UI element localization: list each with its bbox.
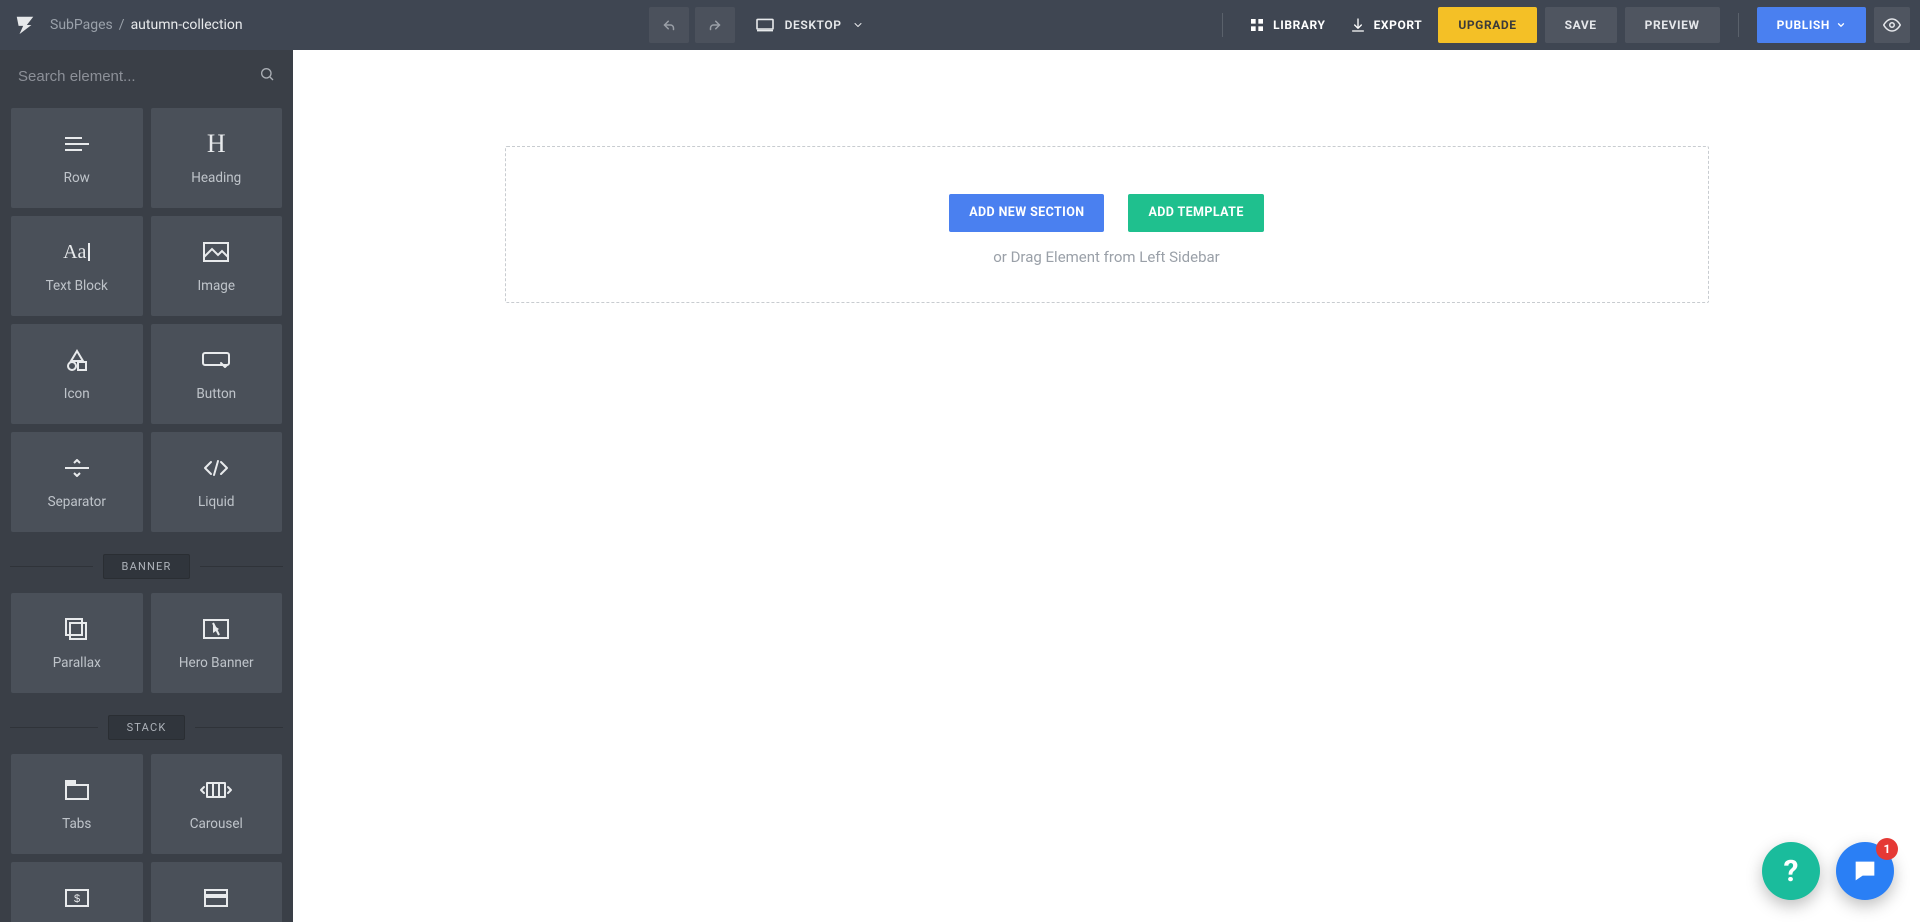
dropzone-hint: or Drag Element from Left Sidebar <box>993 248 1220 266</box>
element-accordion[interactable]: Accordion <box>151 862 283 922</box>
breadcrumb-parent[interactable]: SubPages <box>50 17 113 33</box>
search-icon[interactable] <box>259 66 275 86</box>
button-icon <box>201 346 231 374</box>
section-header-banner: BANNER <box>0 554 293 579</box>
help-bubble[interactable]: ? <box>1762 842 1820 900</box>
search-row <box>0 50 293 102</box>
empty-dropzone[interactable]: ADD NEW SECTION ADD TEMPLATE or Drag Ele… <box>505 146 1709 303</box>
tile-label: Separator <box>48 494 106 510</box>
export-label: EXPORT <box>1374 18 1423 32</box>
element-tabs[interactable]: Tabs <box>11 754 143 854</box>
view-live-button[interactable] <box>1874 7 1910 43</box>
undo-icon <box>660 16 678 34</box>
heading-icon: H <box>207 130 226 158</box>
topbar-left: SubPages / autumn-collection <box>0 14 300 36</box>
element-pricing[interactable]: $ Pricing <box>11 862 143 922</box>
canvas-area: ADD NEW SECTION ADD TEMPLATE or Drag Ele… <box>293 50 1920 922</box>
breadcrumb: SubPages / autumn-collection <box>50 17 243 33</box>
tile-label: Row <box>64 170 90 186</box>
banner-elements: Parallax Hero Banner <box>0 587 293 699</box>
device-select[interactable]: DESKTOP <box>755 17 864 33</box>
element-hero-banner[interactable]: Hero Banner <box>151 593 283 693</box>
element-carousel[interactable]: Carousel <box>151 754 283 854</box>
chat-badge: 1 <box>1876 838 1898 860</box>
divider <box>1738 13 1739 37</box>
top-bar: SubPages / autumn-collection DESKTOP LIB… <box>0 0 1920 50</box>
image-icon <box>202 238 230 266</box>
element-row[interactable]: Row <box>11 108 143 208</box>
desktop-icon <box>755 17 775 33</box>
tile-label: Tabs <box>62 816 91 832</box>
download-icon <box>1350 17 1366 33</box>
basic-elements: Row H Heading Aa Text Block Image Icon B… <box>0 102 293 538</box>
row-icon <box>62 130 92 158</box>
chat-bubble[interactable]: 1 <box>1836 842 1894 900</box>
eye-icon <box>1883 16 1901 34</box>
redo-button[interactable] <box>695 7 735 43</box>
device-label: DESKTOP <box>785 18 842 32</box>
tile-label: Carousel <box>190 816 243 832</box>
element-icon[interactable]: Icon <box>11 324 143 424</box>
chat-icon <box>1851 857 1879 885</box>
tile-label: Heading <box>191 170 241 186</box>
element-heading[interactable]: H Heading <box>151 108 283 208</box>
upgrade-button[interactable]: UPGRADE <box>1438 7 1536 43</box>
search-input[interactable] <box>18 68 259 85</box>
tabs-icon <box>63 776 91 804</box>
element-image[interactable]: Image <box>151 216 283 316</box>
tile-label: Image <box>197 278 235 294</box>
section-title: STACK <box>108 715 186 740</box>
shapes-icon <box>63 346 91 374</box>
text-icon: Aa <box>63 238 90 266</box>
grid-icon <box>1249 17 1265 33</box>
app-logo-icon[interactable] <box>14 14 36 36</box>
elements-sidebar: Row H Heading Aa Text Block Image Icon B… <box>0 50 293 922</box>
section-header-stack: STACK <box>0 715 293 740</box>
hero-icon <box>201 615 231 643</box>
chevron-down-icon <box>1836 20 1846 30</box>
breadcrumb-page[interactable]: autumn-collection <box>131 17 243 33</box>
tile-label: Liquid <box>198 494 235 510</box>
divider <box>1222 13 1223 37</box>
tile-label: Button <box>196 386 236 402</box>
separator-icon <box>62 454 92 482</box>
element-parallax[interactable]: Parallax <box>11 593 143 693</box>
publish-button[interactable]: PUBLISH <box>1757 7 1866 43</box>
add-section-button[interactable]: ADD NEW SECTION <box>949 194 1104 232</box>
parallax-icon <box>64 615 90 643</box>
carousel-icon <box>199 776 233 804</box>
tile-label: Icon <box>64 386 90 402</box>
breadcrumb-separator: / <box>119 17 125 33</box>
save-button[interactable]: SAVE <box>1545 7 1617 43</box>
library-button[interactable]: LIBRARY <box>1241 7 1333 43</box>
code-icon <box>201 454 231 482</box>
chevron-down-icon <box>852 19 864 31</box>
library-label: LIBRARY <box>1273 18 1325 32</box>
topbar-center: DESKTOP <box>300 7 1212 43</box>
tile-label: Text Block <box>46 278 108 294</box>
undo-button[interactable] <box>649 7 689 43</box>
section-title: BANNER <box>103 554 191 579</box>
preview-button[interactable]: PREVIEW <box>1625 7 1720 43</box>
topbar-right: LIBRARY EXPORT UPGRADE SAVE PREVIEW PUBL… <box>1212 7 1920 43</box>
tile-label: Parallax <box>53 655 101 671</box>
redo-icon <box>706 16 724 34</box>
pricing-icon: $ <box>63 884 91 912</box>
stack-elements: Tabs Carousel $ Pricing Accordion <box>0 748 293 922</box>
help-icon: ? <box>1784 854 1799 889</box>
tile-label: Hero Banner <box>179 655 254 671</box>
svg-text:$: $ <box>74 893 80 905</box>
accordion-icon <box>202 884 230 912</box>
element-text-block[interactable]: Aa Text Block <box>11 216 143 316</box>
add-template-button[interactable]: ADD TEMPLATE <box>1128 194 1263 232</box>
element-liquid[interactable]: Liquid <box>151 432 283 532</box>
element-separator[interactable]: Separator <box>11 432 143 532</box>
export-button[interactable]: EXPORT <box>1342 7 1431 43</box>
element-button[interactable]: Button <box>151 324 283 424</box>
dropzone-actions: ADD NEW SECTION ADD TEMPLATE <box>949 194 1264 232</box>
